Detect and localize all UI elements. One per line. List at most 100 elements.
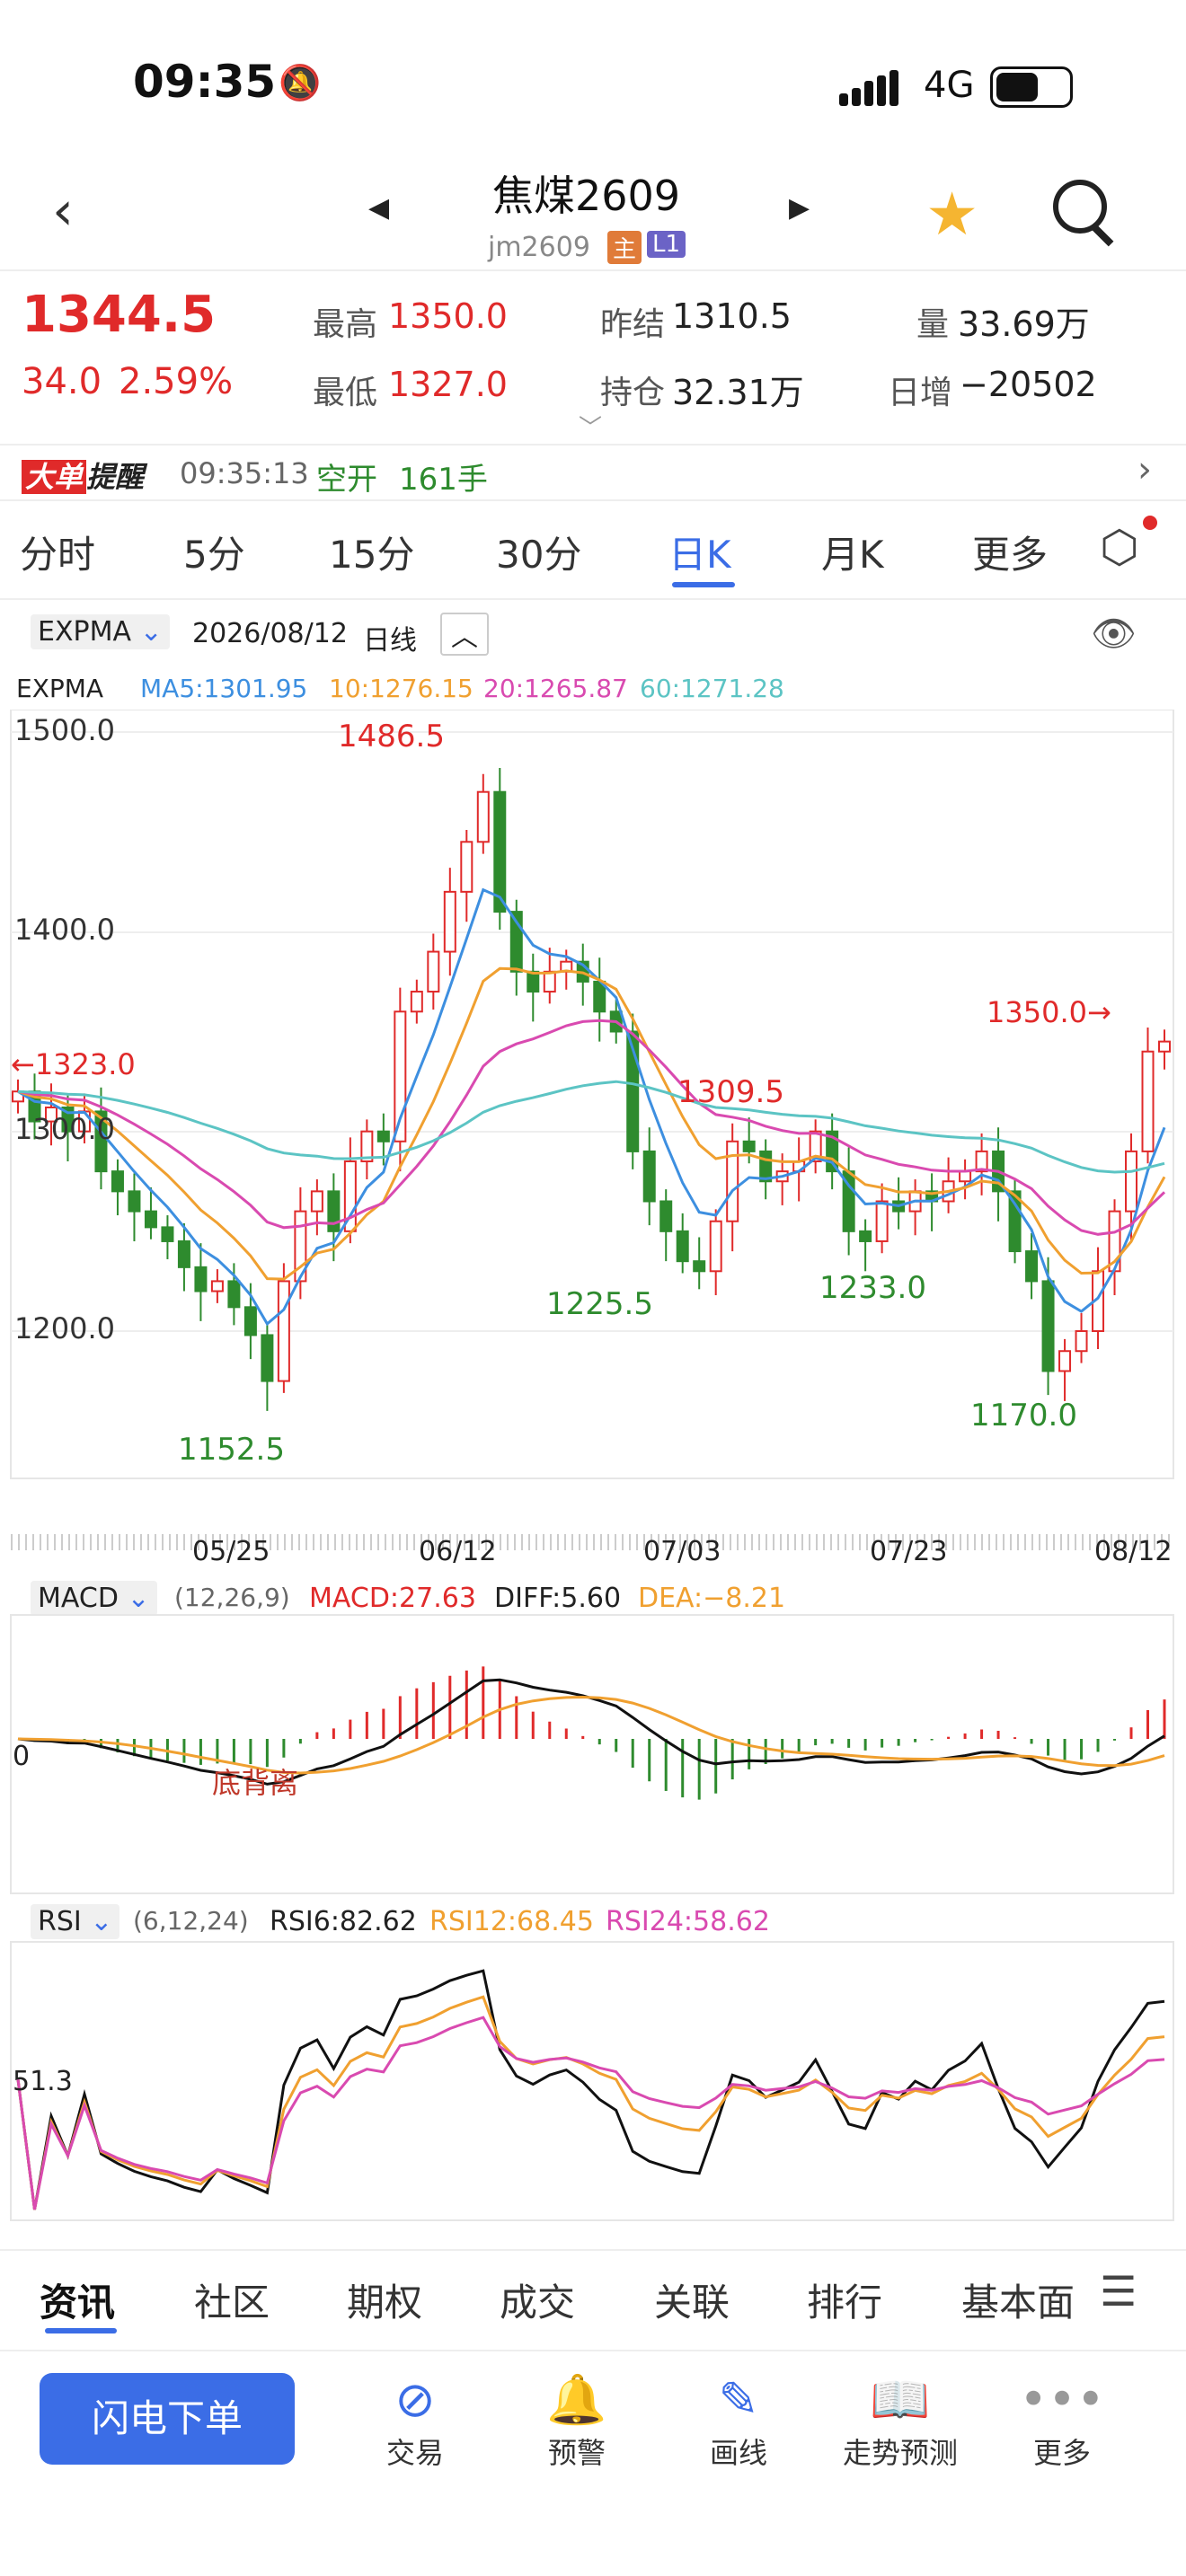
candle-body bbox=[493, 790, 507, 913]
l1-badge: L1 bbox=[647, 231, 686, 258]
candle-body bbox=[277, 1280, 290, 1382]
tab-daily-k[interactable]: 日K bbox=[668, 525, 731, 579]
footer-more[interactable]: ••• 更多 bbox=[981, 2371, 1143, 2472]
candle-body bbox=[875, 1200, 889, 1242]
rsi-chart[interactable] bbox=[0, 1940, 1186, 2222]
tab-related[interactable]: 关联 bbox=[654, 2272, 730, 2327]
rsi24-value: RSI24:58.62 bbox=[606, 1906, 770, 1937]
tab-15min[interactable]: 15分 bbox=[329, 525, 414, 579]
expma-legend-name: EXPMA bbox=[16, 674, 104, 703]
trade-icon: ⊘ bbox=[394, 2371, 436, 2428]
alert-chevron-icon[interactable]: › bbox=[1137, 449, 1152, 490]
candle-body bbox=[111, 1170, 124, 1193]
candle-body bbox=[1141, 1050, 1155, 1152]
collapse-button[interactable]: ︿ bbox=[440, 613, 489, 656]
tab-more[interactable]: 更多 bbox=[972, 525, 1048, 579]
tab-options[interactable]: 期权 bbox=[347, 2272, 422, 2327]
tab-trades[interactable]: 成交 bbox=[500, 2272, 575, 2327]
x-label-0703: 07/03 bbox=[643, 1536, 721, 1567]
y-label-1200: 1200.0 bbox=[14, 1311, 115, 1345]
annotation-low2: 1225.5 bbox=[546, 1286, 653, 1322]
low-label: 最低 bbox=[313, 375, 378, 411]
candle-body bbox=[410, 991, 423, 1013]
bell-icon: 🔔 bbox=[546, 2371, 607, 2428]
indicator-select[interactable]: EXPMA ⌄ bbox=[31, 614, 170, 649]
tab-monthly-k[interactable]: 月K bbox=[821, 525, 884, 579]
kline-chart[interactable]: AIAIAIAIAIAIAIAIAIAIAI bbox=[0, 710, 1186, 1482]
candle-body bbox=[427, 950, 440, 993]
candle-body bbox=[177, 1239, 190, 1268]
candle-body bbox=[194, 1266, 208, 1292]
candle-body bbox=[227, 1280, 241, 1309]
favorite-star-icon[interactable]: ★ bbox=[925, 180, 978, 249]
annotation-mid-high: 1309.5 bbox=[677, 1074, 784, 1110]
flash-order-button[interactable]: 闪电下单 bbox=[40, 2373, 295, 2465]
candle-body bbox=[693, 1260, 706, 1273]
high-label: 最高 bbox=[313, 306, 378, 343]
candle-body bbox=[261, 1334, 274, 1382]
chart-period-label: 日线 bbox=[363, 625, 417, 657]
candle-body bbox=[859, 1230, 872, 1242]
tab-timeshare[interactable]: 分时 bbox=[20, 525, 95, 579]
network-label: 4G bbox=[924, 65, 975, 106]
pen-icon: ✎ bbox=[718, 2371, 759, 2428]
high-value: 1350.0 bbox=[388, 296, 508, 336]
candle-body bbox=[726, 1140, 739, 1222]
y-label-1400: 1400.0 bbox=[14, 913, 115, 947]
tab-5min[interactable]: 5分 bbox=[183, 525, 245, 579]
chart-date: 2026/08/12 bbox=[192, 618, 348, 649]
search-icon[interactable] bbox=[1053, 180, 1107, 234]
candle-body bbox=[1075, 1330, 1088, 1353]
footer-draw[interactable]: ✎ 画线 bbox=[658, 2371, 819, 2472]
macd-select[interactable]: MACD ⌄ bbox=[31, 1581, 157, 1616]
candle-body bbox=[543, 970, 556, 993]
ma-line bbox=[17, 1019, 1166, 1236]
forecast-icon: 📖 bbox=[870, 2371, 931, 2428]
ma60-legend: 60:1271.28 bbox=[640, 674, 784, 703]
candle-body bbox=[1125, 1150, 1138, 1213]
daily-change-value: −20502 bbox=[960, 365, 1097, 404]
next-contract-arrow[interactable]: ▶ bbox=[789, 192, 810, 224]
footer-trade[interactable]: ⊘ 交易 bbox=[334, 2371, 496, 2472]
tab-30min[interactable]: 30分 bbox=[496, 525, 581, 579]
macd-params: (12,26,9) bbox=[174, 1583, 290, 1612]
candle-body bbox=[243, 1306, 257, 1337]
candle-body bbox=[128, 1190, 141, 1213]
tab-community[interactable]: 社区 bbox=[194, 2272, 270, 2327]
tabs-divider bbox=[0, 598, 1186, 600]
last-price: 1344.5 bbox=[22, 286, 217, 344]
tab-fundamentals[interactable]: 基本面 bbox=[961, 2272, 1078, 2327]
candle-body bbox=[144, 1210, 157, 1229]
open-interest-label: 持仓 bbox=[600, 375, 666, 411]
candle-body bbox=[1025, 1250, 1039, 1283]
candle-body bbox=[759, 1150, 773, 1183]
tab-ranking[interactable]: 排行 bbox=[807, 2272, 882, 2327]
candle-body bbox=[443, 890, 456, 953]
expand-chevron-icon[interactable]: ﹀ bbox=[579, 410, 602, 443]
alert-action: 空开 bbox=[316, 462, 377, 498]
candle-body bbox=[676, 1230, 689, 1263]
rsi-select[interactable]: RSI ⌄ bbox=[31, 1904, 120, 1939]
open-interest-value: 32.31万 bbox=[672, 373, 804, 412]
macd-zero-label: 0 bbox=[13, 1741, 31, 1772]
prev-settle-value: 1310.5 bbox=[672, 296, 792, 336]
footer-forecast[interactable]: 📖 走势预测 bbox=[819, 2371, 981, 2472]
signal-icon bbox=[839, 70, 904, 106]
back-button[interactable]: ‹ bbox=[52, 180, 74, 243]
candle-body bbox=[642, 1150, 656, 1203]
status-time: 09:35 bbox=[133, 56, 277, 108]
bottom-tabs-divider bbox=[0, 2249, 1186, 2251]
alert-badge: 大单 提醒 bbox=[22, 454, 144, 496]
tab-news[interactable]: 资讯 bbox=[40, 2272, 115, 2327]
settings-hex-icon[interactable]: ⬡ bbox=[1100, 521, 1139, 573]
annotation-left-marker: ←1323.0 bbox=[11, 1047, 136, 1081]
macd-chart[interactable] bbox=[0, 1613, 1186, 1895]
header-divider bbox=[0, 269, 1186, 271]
prev-contract-arrow[interactable]: ◀ bbox=[368, 192, 389, 224]
menu-icon[interactable]: ☰ bbox=[1100, 2267, 1137, 2316]
x-label-0812: 08/12 bbox=[1094, 1536, 1173, 1567]
ma20-legend: 20:1265.87 bbox=[483, 674, 628, 703]
footer-alert[interactable]: 🔔 预警 bbox=[496, 2371, 658, 2472]
eye-icon[interactable]: 👁 bbox=[1091, 613, 1137, 655]
mute-icon: 🔕 bbox=[279, 63, 322, 102]
